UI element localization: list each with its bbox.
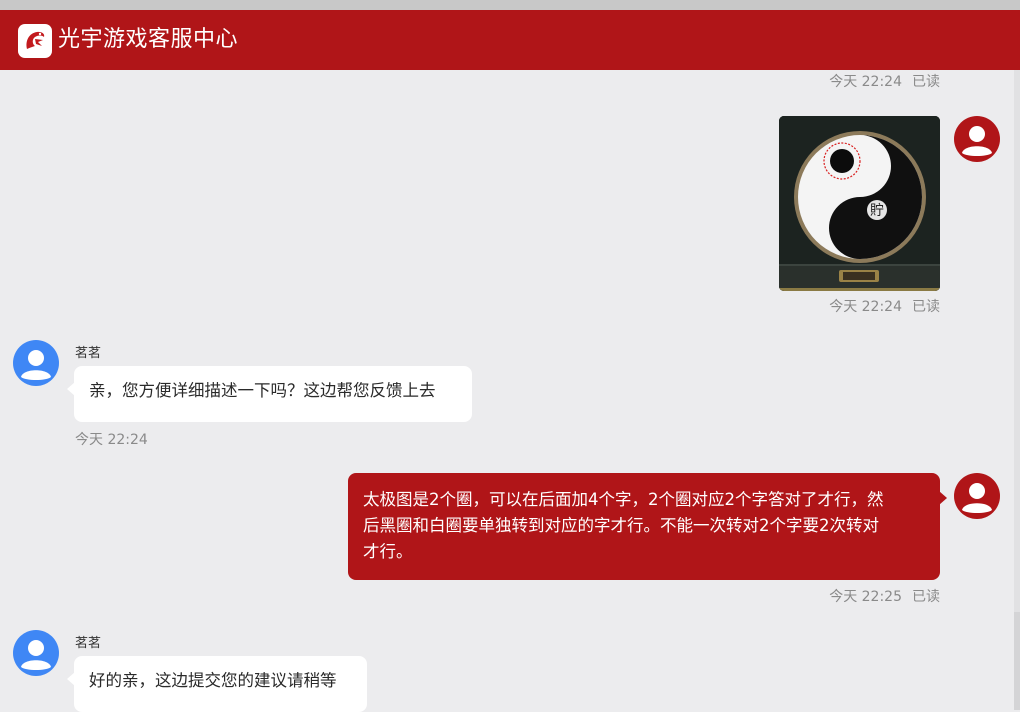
user-avatar xyxy=(954,116,1000,162)
message-timestamp: 今天 22:25 已读 xyxy=(829,589,940,605)
taiji-screenshot-image: 貯 xyxy=(779,116,940,291)
agent-avatar xyxy=(13,630,59,676)
read-status: 已读 xyxy=(912,589,940,605)
agent-name: 茗茗 xyxy=(75,636,102,651)
app-logo xyxy=(18,24,52,58)
scrollbar-thumb[interactable] xyxy=(1014,612,1020,710)
message-timestamp: 今天 22:24 已读 xyxy=(829,74,940,90)
message-text-line: 后黑圈和白圈要单独转到对应的字才行。不能一次转对2个字要2次转对 xyxy=(363,516,879,535)
message-text: 好的亲，这边提交您的建议请稍等 xyxy=(89,671,337,690)
read-status: 已读 xyxy=(912,74,940,90)
agent-message-bubble: 好的亲，这边提交您的建议请稍等 xyxy=(67,656,367,712)
agent-avatar xyxy=(13,340,59,386)
browser-top-strip xyxy=(0,0,1020,10)
message-text-line: 太极图是2个圈，可以在后面加4个字，2个圈对应2个字答对了才行，然 xyxy=(363,490,884,509)
message-text: 亲，您方便详细描述一下吗？这边帮您反馈上去 xyxy=(89,381,436,400)
svg-text:貯: 貯 xyxy=(870,203,884,219)
header-title: 光宇游戏客服中心 xyxy=(58,27,239,52)
user-avatar xyxy=(954,473,1000,519)
dragon-logo-icon xyxy=(26,31,45,49)
message-timestamp: 今天 22:24 已读 xyxy=(829,299,940,315)
read-status: 已读 xyxy=(912,299,940,315)
agent-name: 茗茗 xyxy=(75,346,102,361)
user-message-bubble: 太极图是2个圈，可以在后面加4个字，2个圈对应2个字答对了才行，然 后黑圈和白圈… xyxy=(348,473,947,580)
app-header: 光宇游戏客服中心 xyxy=(0,10,1020,70)
image-message[interactable]: 貯 xyxy=(779,116,940,291)
agent-message-bubble: 亲，您方便详细描述一下吗？这边帮您反馈上去 xyxy=(67,366,472,422)
message-timestamp: 今天 22:24 xyxy=(75,432,148,448)
message-text-line: 才行。 xyxy=(363,542,413,561)
